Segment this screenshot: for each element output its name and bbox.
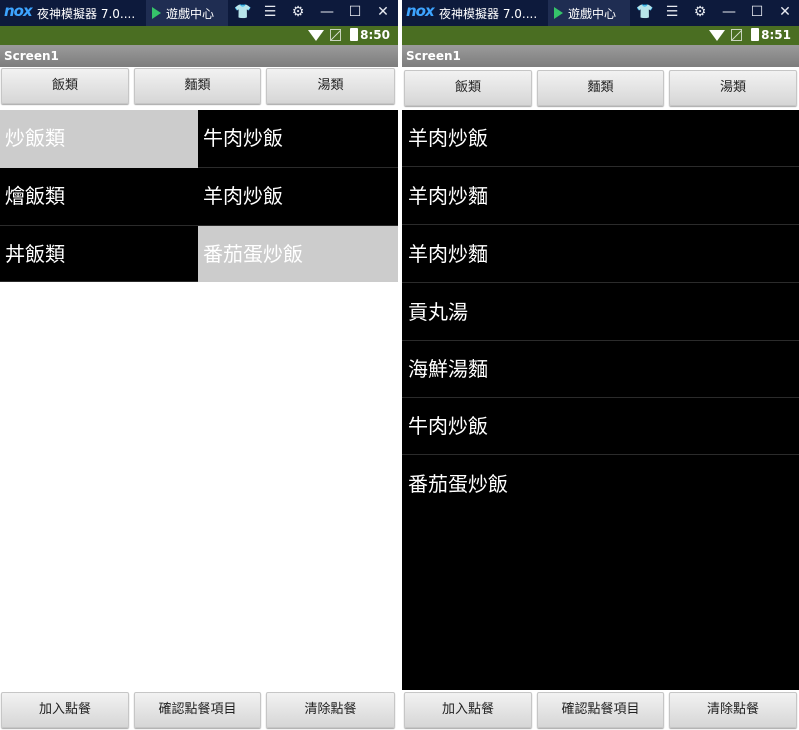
game-center-tab[interactable]: 遊戲中心 (146, 0, 228, 26)
tab-soup[interactable]: 湯類 (266, 68, 395, 104)
game-center-tab[interactable]: 遊戲中心 (548, 0, 630, 26)
emulator-title-bar: nox 夜神模擬器 7.0.... 遊戲中心 👕 ☰ ⚙ — ☐ ✕ (0, 0, 398, 26)
emulator-title: 夜神模擬器 7.0.... (439, 7, 538, 21)
no-signal-icon (731, 29, 742, 41)
app-title-bar: Screen1 (402, 45, 799, 67)
screen-title: Screen1 (406, 49, 461, 63)
add-order-button[interactable]: 加入點餐 (404, 692, 532, 728)
order-list-item[interactable]: 羊肉炒飯 (402, 110, 799, 167)
gear-icon[interactable]: ⚙ (691, 3, 709, 21)
gear-icon[interactable]: ⚙ (289, 3, 307, 21)
emulator-title-bar: nox 夜神模擬器 7.0.... 遊戲中心 👕 ☰ ⚙ — ☐ ✕ (402, 0, 799, 26)
order-list-item[interactable]: 番茄蛋炒飯 (402, 456, 799, 513)
category-item[interactable]: 炒飯類 (0, 110, 198, 168)
tab-noodles[interactable]: 麵類 (537, 70, 664, 106)
wifi-icon (308, 30, 324, 41)
play-store-icon (554, 7, 563, 19)
tab-noodles[interactable]: 麵類 (134, 68, 261, 104)
emulator-window-left: nox 夜神模擬器 7.0.... 遊戲中心 👕 ☰ ⚙ — ☐ ✕ 8:50 … (0, 0, 398, 730)
close-icon[interactable]: ✕ (374, 3, 392, 21)
order-list-item[interactable]: 貢丸湯 (402, 284, 799, 341)
screen-title: Screen1 (4, 49, 59, 63)
order-list-item[interactable]: 羊肉炒麵 (402, 226, 799, 283)
maximize-icon[interactable]: ☐ (748, 3, 766, 21)
game-center-label: 遊戲中心 (568, 7, 617, 21)
tab-rice[interactable]: 飯類 (404, 70, 532, 106)
clear-order-button[interactable]: 清除點餐 (669, 692, 797, 728)
menu-icon[interactable]: ☰ (663, 3, 681, 21)
app-title-bar: Screen1 (0, 45, 398, 67)
game-center-label: 遊戲中心 (166, 7, 215, 21)
nox-logo: nox (4, 2, 33, 20)
confirm-order-button[interactable]: 確認點餐項目 (537, 692, 664, 728)
order-list-item[interactable]: 羊肉炒麵 (402, 168, 799, 225)
close-icon[interactable]: ✕ (776, 3, 794, 21)
tab-rice[interactable]: 飯類 (1, 68, 129, 104)
order-list-item[interactable]: 牛肉炒飯 (402, 398, 799, 455)
category-item[interactable]: 丼飯類 (0, 226, 198, 282)
emulator-title: 夜神模擬器 7.0.... (37, 7, 136, 21)
add-order-button[interactable]: 加入點餐 (1, 692, 129, 728)
dish-item[interactable]: 牛肉炒飯 (198, 110, 398, 168)
no-signal-icon (330, 29, 341, 41)
nox-logo: nox (406, 2, 435, 20)
minimize-icon[interactable]: — (318, 3, 336, 21)
skin-icon[interactable]: 👕 (636, 3, 654, 21)
android-status-bar: 8:50 (0, 26, 398, 45)
menu-icon[interactable]: ☰ (261, 3, 279, 21)
confirm-order-button[interactable]: 確認點餐項目 (134, 692, 261, 728)
battery-icon (751, 28, 759, 41)
status-time: 8:51 (761, 28, 791, 42)
minimize-icon[interactable]: — (720, 3, 738, 21)
emulator-window-right: nox 夜神模擬器 7.0.... 遊戲中心 👕 ☰ ⚙ — ☐ ✕ 8:51 … (402, 0, 799, 730)
maximize-icon[interactable]: ☐ (346, 3, 364, 21)
skin-icon[interactable]: 👕 (234, 3, 252, 21)
wifi-icon (709, 30, 725, 41)
tab-soup[interactable]: 湯類 (669, 70, 797, 106)
play-store-icon (152, 7, 161, 19)
order-list: 羊肉炒飯 羊肉炒麵 羊肉炒麵 貢丸湯 海鮮湯麵 牛肉炒飯 番茄蛋炒飯 (402, 110, 799, 690)
category-item[interactable]: 燴飯類 (0, 168, 198, 226)
dish-item[interactable]: 番茄蛋炒飯 (198, 226, 398, 282)
menu-grid: 炒飯類 燴飯類 丼飯類 牛肉炒飯 羊肉炒飯 番茄蛋炒飯 (0, 110, 398, 282)
order-list-item[interactable]: 海鮮湯麵 (402, 341, 799, 398)
clear-order-button[interactable]: 清除點餐 (266, 692, 395, 728)
battery-icon (350, 28, 358, 41)
status-time: 8:50 (360, 28, 390, 42)
dish-item[interactable]: 羊肉炒飯 (198, 168, 398, 226)
android-status-bar: 8:51 (402, 26, 799, 45)
